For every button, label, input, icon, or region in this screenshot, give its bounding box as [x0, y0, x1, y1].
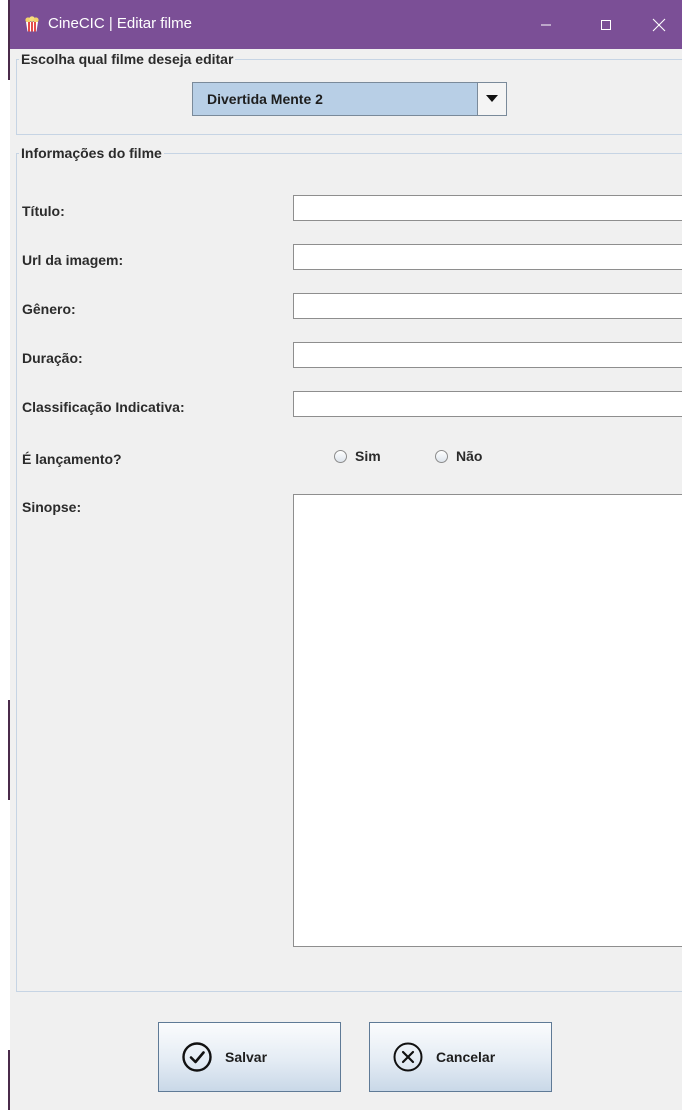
radio-nao[interactable]: Não	[435, 448, 482, 464]
title-bar[interactable]: CineCIC | Editar filme	[10, 0, 682, 49]
maximize-button[interactable]	[576, 0, 636, 49]
genre-label: Gênero:	[22, 301, 76, 317]
close-icon	[652, 18, 666, 31]
combo-selected-value: Divertida Mente 2	[207, 91, 323, 107]
edit-movie-window: CineCIC | Editar filme Escolha qual film…	[10, 0, 682, 1110]
synopsis-label: Sinopse:	[22, 499, 82, 515]
cancel-button[interactable]: Cancelar	[369, 1022, 552, 1092]
genre-input[interactable]	[293, 293, 682, 319]
duration-label: Duração:	[22, 350, 83, 366]
rating-label: Classificação Indicativa:	[22, 399, 185, 415]
rating-input[interactable]	[293, 391, 682, 417]
title-input[interactable]	[293, 195, 682, 221]
select-movie-legend: Escolha qual filme deseja editar	[19, 51, 236, 67]
popcorn-app-icon	[25, 16, 39, 32]
minimize-icon	[541, 24, 551, 25]
duration-input[interactable]	[293, 342, 682, 368]
triangle-down-icon	[486, 95, 498, 102]
maximize-icon	[601, 19, 611, 30]
x-circle-icon	[393, 1042, 423, 1072]
check-circle-icon	[182, 1042, 212, 1072]
window-title: CineCIC | Editar filme	[48, 15, 192, 32]
image-url-input[interactable]	[293, 244, 682, 270]
release-label: É lançamento?	[22, 451, 122, 467]
radio-sim[interactable]: Sim	[334, 448, 381, 464]
background-strip	[0, 0, 10, 1110]
combo-dropdown-button[interactable]	[477, 83, 506, 115]
movie-combobox[interactable]: Divertida Mente 2	[192, 82, 507, 116]
minimize-button[interactable]	[516, 0, 576, 49]
movie-info-legend: Informações do filme	[19, 145, 164, 161]
save-button-label: Salvar	[225, 1049, 268, 1065]
close-button[interactable]	[636, 0, 682, 49]
radio-circle-icon[interactable]	[334, 449, 347, 463]
radio-sim-label: Sim	[355, 448, 381, 464]
cancel-button-label: Cancelar	[436, 1049, 496, 1065]
synopsis-textarea[interactable]	[293, 494, 682, 947]
title-label: Título:	[22, 203, 65, 219]
image-url-label: Url da imagem:	[22, 252, 124, 268]
save-button[interactable]: Salvar	[158, 1022, 341, 1092]
radio-circle-icon[interactable]	[435, 449, 448, 463]
radio-nao-label: Não	[456, 448, 483, 464]
